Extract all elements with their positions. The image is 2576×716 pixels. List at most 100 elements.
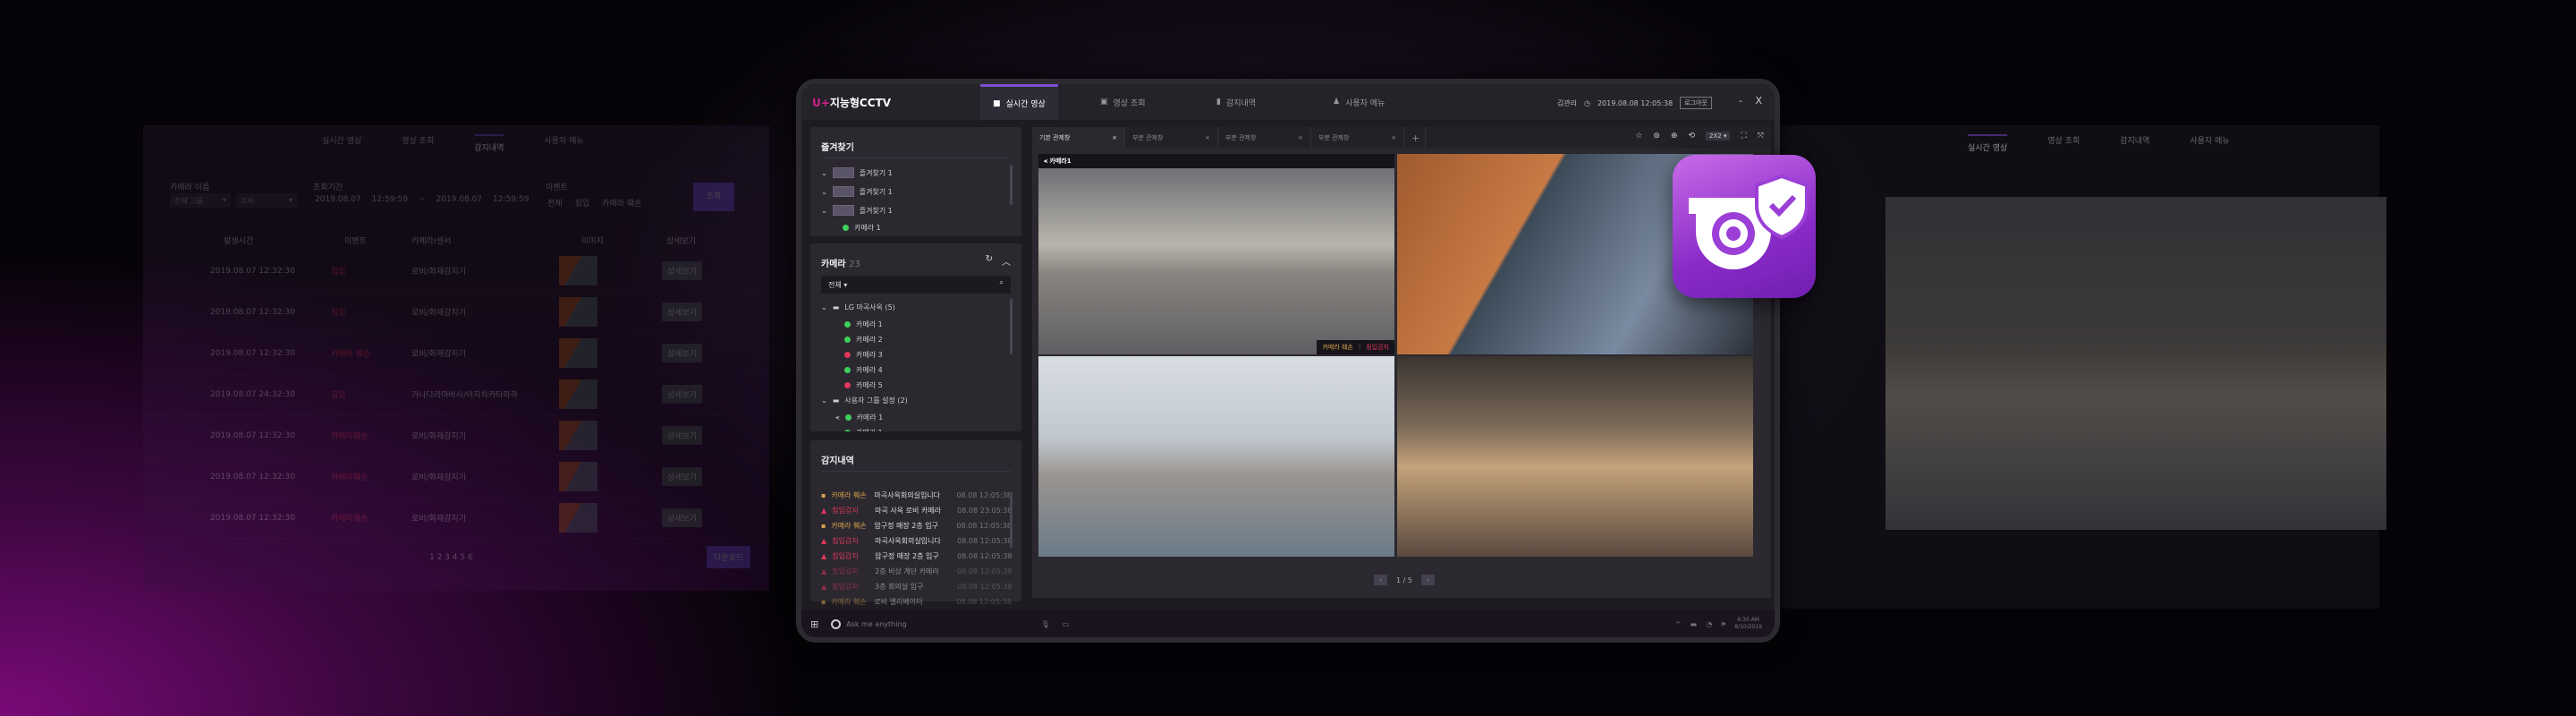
zoom-icon[interactable]: ⊕	[1671, 132, 1678, 141]
favorite-item[interactable]: ⌄ 즐겨찾기 1	[821, 167, 893, 178]
detail-button[interactable]: 상세보기	[662, 385, 703, 404]
favorite-camera[interactable]: 카메라 1	[843, 223, 881, 233]
view-tab[interactable]: 부분 관제창 ×	[1125, 127, 1218, 149]
camera-item[interactable]: ⪪ 카메라 1	[835, 413, 883, 422]
fullscreen-icon[interactable]: ⛶	[1741, 132, 1746, 141]
nav-tab[interactable]: 감지내역	[474, 134, 504, 153]
camera-item[interactable]: 카메라 4	[844, 365, 883, 375]
nav-tab[interactable]: ♟ 사용자 메뉴	[1320, 84, 1397, 120]
view-tab[interactable]: 부분 관제창 ×	[1218, 127, 1311, 149]
pagination[interactable]: 1 2 3 4 5 6	[429, 553, 473, 562]
time-to[interactable]: 12:59:59	[493, 195, 529, 204]
refresh-icon[interactable]: ↻	[986, 254, 993, 264]
star-icon[interactable]: ☆	[1635, 132, 1642, 141]
detail-button[interactable]: 상세보기	[662, 467, 703, 486]
volume-icon[interactable]: 🕪	[1721, 619, 1725, 628]
taskbar-clock[interactable]: 6:30 AM 8/10/2019	[1734, 617, 1762, 631]
chevron-down-icon[interactable]: ⌄	[821, 169, 827, 177]
close-tab-icon[interactable]: ×	[1205, 134, 1210, 141]
nav-tab[interactable]: 감지내역	[2120, 134, 2149, 153]
next-page-button[interactable]: ›	[1420, 575, 1435, 585]
close-tab-icon[interactable]: ×	[1391, 134, 1396, 141]
detection-item[interactable]: ▪ 카메라 훼손 로비 엘리베이터 08.08 12:05:38	[821, 597, 1012, 607]
scrollbar[interactable]	[1010, 299, 1013, 354]
search-button[interactable]: 조회	[693, 183, 734, 211]
search-icon[interactable]: ⌕	[1000, 278, 1004, 287]
add-tab-button[interactable]: +	[1404, 127, 1426, 149]
minimize-button[interactable]: -	[1739, 95, 1742, 107]
period-range[interactable]: 2019.08.07 12:59:59 ~ 2019.08.07 12:59:5…	[315, 195, 529, 204]
group-select[interactable]: 전체 그룹 ▾	[170, 193, 231, 208]
table-row[interactable]: 2019.08.07 12:32:30 카메라훼손 로비/화재감지기 상세보기	[143, 456, 769, 498]
detection-item[interactable]: ▲ 침입감지 마곡 사옥 로비 카메라 08.08 23:05:38	[821, 506, 1013, 516]
detail-button[interactable]: 상세보기	[662, 261, 703, 280]
logout-button[interactable]: 로그아웃	[1680, 97, 1712, 109]
table-row[interactable]: 2019.08.07 12:32:30 침입 로비/화재감지기 상세보기	[143, 292, 769, 333]
location-select[interactable]: 로비 ▾	[236, 193, 297, 208]
table-row[interactable]: 2019.08.07 12:32:30 침입 로비/화재감지기 상세보기	[143, 251, 769, 292]
date-to[interactable]: 2019.08.07	[436, 195, 483, 204]
nav-tab[interactable]: ■ 실시간 영상	[980, 84, 1058, 120]
capture-icon[interactable]: ⊚	[1653, 132, 1660, 141]
close-button[interactable]: X	[1755, 95, 1762, 107]
detection-item[interactable]: ▲ 침입감지 2층 비상 계단 카메라 08.08 12:05:38	[821, 567, 1013, 576]
taskbar-search-input[interactable]: Ask me anything	[846, 620, 906, 628]
table-row[interactable]: 2019.08.07 24:32:30 침입 가나다라마바사/아자차카타파하 상세보기	[143, 374, 769, 415]
camera-group[interactable]: ⌄ ▬ LG 마곡사옥 (5)	[821, 303, 895, 312]
detail-button[interactable]: 상세보기	[662, 344, 703, 362]
nav-tab[interactable]: 실시간 영상	[1968, 134, 2008, 153]
nav-tab[interactable]: 영상 조회	[402, 134, 434, 153]
cortana-icon[interactable]	[831, 618, 842, 629]
scrollbar[interactable]	[1010, 492, 1013, 548]
table-row[interactable]: 2019.08.07 12:32:30 카메라 훼손 로비/화재감지기 상세보기	[143, 333, 769, 374]
rotate-icon[interactable]: ⟲	[1688, 132, 1695, 141]
detail-button[interactable]: 상세보기	[662, 303, 703, 321]
close-tab-icon[interactable]: ×	[1298, 134, 1303, 141]
collapse-chevron-icon[interactable]: ︿	[1002, 254, 1011, 268]
checkbox-all[interactable]: 전체	[547, 197, 563, 209]
close-all-icon[interactable]: ⤧	[1758, 132, 1764, 141]
camera-item[interactable]: 카메라 5	[844, 380, 883, 390]
microphone-icon[interactable]: 🎙	[1041, 620, 1050, 628]
battery-icon[interactable]: ▬	[1690, 620, 1698, 628]
camera-filter-select[interactable]: 전체 ▾ ⌕	[821, 276, 1011, 294]
time-from[interactable]: 12:59:59	[372, 195, 408, 204]
view-tab[interactable]: 기본 관제창 ×	[1032, 127, 1125, 149]
detail-button[interactable]: 상세보기	[662, 426, 703, 445]
prev-page-button[interactable]: ‹	[1374, 575, 1387, 585]
camera-feed-4[interactable]	[1397, 356, 1753, 557]
nav-tab[interactable]: ▮ 감지내역	[1204, 84, 1268, 120]
checkbox-intrusion[interactable]: 침입	[575, 197, 590, 209]
detection-item[interactable]: ▲ 침입감지 마곡사옥회의실입니다 08.08 12:05:38	[821, 536, 1013, 546]
camera-group[interactable]: ⌄ ▬ 사용자 그룹 설정 (2)	[821, 396, 908, 405]
layout-select[interactable]: 2X2 ▾	[1706, 132, 1731, 141]
detection-item[interactable]: ▲ 침입감지 압구정 매장 2층 입구 08.08 12:05:38	[821, 551, 1013, 561]
chevron-down-icon[interactable]: ⌄	[821, 207, 827, 215]
camera-feed-3[interactable]	[1038, 356, 1394, 557]
camera-item[interactable]: 카메라 1	[844, 428, 883, 431]
nav-tab[interactable]: ▣ 영상 조회	[1088, 84, 1158, 120]
view-tab[interactable]: 부분 관제창 ×	[1311, 127, 1404, 149]
nav-tab[interactable]: 영상 조회	[2047, 134, 2080, 153]
date-from[interactable]: 2019.08.07	[315, 195, 361, 204]
table-row[interactable]: 2019.08.07 12:32:30 카메라훼손 로비/화재감지기 상세보기	[143, 415, 769, 456]
nav-tab[interactable]: 실시간 영상	[322, 134, 361, 153]
camera-item[interactable]: 카메라 2	[844, 335, 883, 345]
task-view-icon[interactable]: ▭	[1063, 620, 1070, 628]
windows-start-icon[interactable]: ⊞	[810, 618, 818, 630]
tray-chevron-icon[interactable]: ^	[1675, 620, 1682, 628]
detection-item[interactable]: ▲ 침입감지 3층 회의실 입구 08.08 12:05:38	[821, 582, 1013, 592]
nav-tab[interactable]: 사용자 메뉴	[2190, 134, 2229, 153]
favorite-item[interactable]: ⌄ 즐겨찾기 1	[821, 186, 893, 197]
detection-item[interactable]: ▪ 카메라 훼손 압구정 매장 2층 입구 08.08 12:05:38	[821, 521, 1012, 531]
camera-item[interactable]: 카메라 1	[844, 320, 883, 329]
camera-feed-1[interactable]: ⪪ 카메라1 카메라 훼손 | 침입감지	[1038, 154, 1394, 354]
nav-tab[interactable]: 사용자 메뉴	[544, 134, 583, 153]
wifi-icon[interactable]: ◔	[1706, 620, 1712, 628]
table-row[interactable]: 2019.08.07 12:32:30 카메라훼손 로비/화재감지기 상세보기	[143, 498, 769, 539]
chevron-down-icon[interactable]: ⌄	[821, 188, 827, 196]
camera-item[interactable]: 카메라 3	[844, 350, 883, 360]
scrollbar[interactable]	[1010, 165, 1013, 205]
detail-button[interactable]: 상세보기	[662, 508, 703, 527]
checkbox-damage[interactable]: 카메라 훼손	[602, 197, 641, 209]
